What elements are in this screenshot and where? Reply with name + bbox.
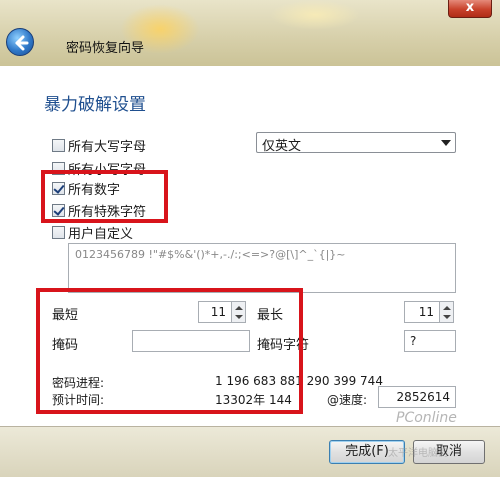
checkbox-special[interactable]: 所有特殊字符 — [52, 201, 147, 220]
checkbox-label: 用户自定义 — [68, 226, 134, 242]
checkbox-box[interactable] — [52, 138, 65, 152]
language-select[interactable]: 仅英文 — [256, 132, 456, 154]
wizard-content: 暴力破解设置 所有大写字母 所有小写字母 所有数字 所有特殊字符 用户自定义 仅… — [0, 66, 500, 426]
checkbox-label: 所有大写字母 — [68, 139, 147, 155]
window-titlebar: x 密码恢复向导 — [0, 0, 500, 66]
watermark-logo: PConline — [396, 410, 457, 426]
spin-up-icon[interactable] — [235, 306, 243, 310]
checkbox-label: 所有特殊字符 — [68, 204, 147, 220]
mask-input[interactable] — [132, 330, 250, 352]
checkbox-box[interactable] — [52, 203, 65, 217]
max-length-stepper[interactable] — [440, 301, 454, 323]
progress-label: 密码进程: — [52, 376, 105, 390]
estimate-value: 13302年 144 — [215, 393, 292, 407]
mask-char-label: 掩码字符 — [257, 338, 310, 353]
checkbox-box[interactable] — [52, 225, 65, 239]
back-arrow-icon — [15, 35, 29, 51]
speed-label: @速度: — [327, 393, 368, 407]
checkbox-digits[interactable]: 所有数字 — [52, 179, 121, 198]
charset-preview[interactable]: 0123456789 !"#$%&'()*+,-./:;<=>?@[\]^_`{… — [68, 243, 456, 293]
estimate-label: 预计时间: — [52, 393, 105, 407]
titlebar-glow — [270, 0, 360, 30]
checkbox-box[interactable] — [52, 181, 65, 195]
checkbox-label: 所有数字 — [68, 182, 121, 198]
spin-up-icon[interactable] — [443, 306, 451, 310]
mask-label: 掩码 — [52, 338, 79, 353]
watermark-sub: 太平洋电脑网 — [388, 448, 448, 459]
max-length-input[interactable]: 11 — [404, 301, 440, 323]
min-length-stepper[interactable] — [232, 301, 246, 323]
checkbox-custom[interactable]: 用户自定义 — [52, 223, 134, 242]
min-length-label: 最短 — [52, 308, 79, 323]
progress-value: 1 196 683 881 290 399 744 — [215, 374, 383, 388]
speed-value: 2852614 — [378, 386, 456, 408]
max-length-label: 最长 — [257, 308, 284, 323]
checkbox-lowercase[interactable]: 所有小写字母 — [52, 159, 147, 178]
chevron-down-icon — [441, 140, 451, 146]
checkbox-uppercase[interactable]: 所有大写字母 — [52, 136, 147, 155]
spin-down-icon[interactable] — [443, 315, 451, 319]
back-button[interactable] — [6, 28, 34, 56]
language-select-value: 仅英文 — [262, 139, 302, 154]
mask-char-input[interactable]: ? — [404, 330, 456, 352]
wizard-title: 密码恢复向导 — [66, 41, 145, 56]
checkbox-box[interactable] — [52, 161, 65, 175]
close-button[interactable]: x — [448, 0, 492, 18]
section-title: 暴力破解设置 — [44, 95, 146, 115]
checkbox-label: 所有小写字母 — [68, 162, 147, 178]
min-length-input[interactable]: 11 — [198, 301, 232, 323]
spin-down-icon[interactable] — [235, 315, 243, 319]
